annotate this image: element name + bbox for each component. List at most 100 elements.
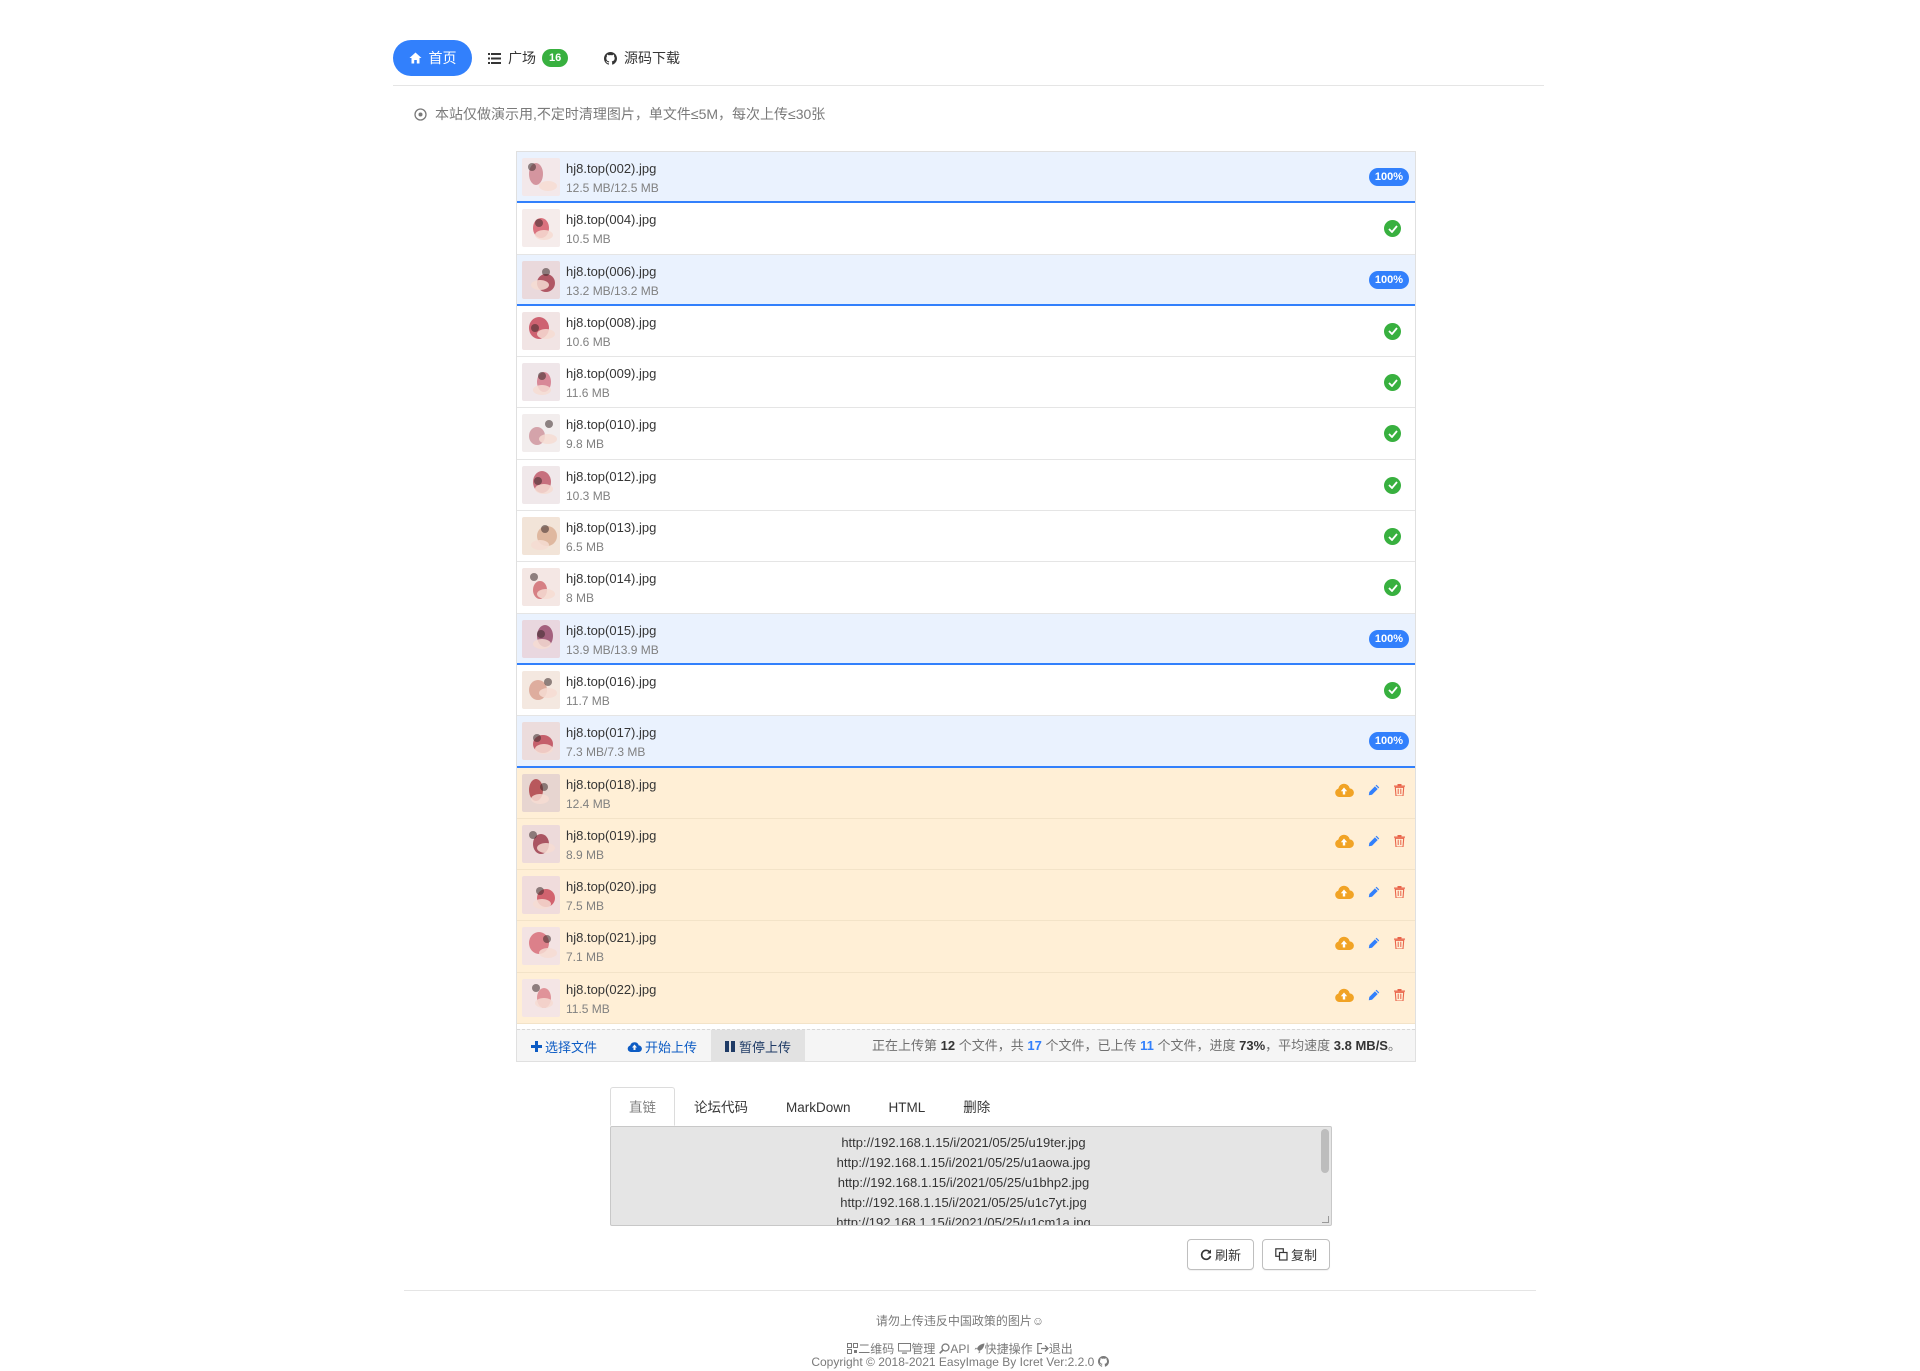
pause-upload-button[interactable]: 暂停上传 xyxy=(711,1030,806,1062)
tab-html[interactable]: HTML xyxy=(870,1087,945,1126)
list-icon xyxy=(488,52,501,64)
check-circle-icon xyxy=(1384,425,1401,443)
tab-forum-code[interactable]: 论坛代码 xyxy=(675,1087,767,1126)
uploader: hj8.top(002).jpg 12.5 MB/12.5 MB 100% hj… xyxy=(516,151,1416,1062)
progress-badge: 100% xyxy=(1368,629,1409,648)
cloud-upload-icon[interactable] xyxy=(1334,783,1354,797)
status-total: 17 xyxy=(1027,1038,1042,1053)
pencil-icon[interactable] xyxy=(1368,886,1380,898)
file-thumbnail xyxy=(522,465,560,504)
file-size: 12.4 MB xyxy=(566,796,611,811)
status-uploaded: 11 xyxy=(1140,1038,1154,1053)
nav-source-label: 源码下载 xyxy=(624,50,680,66)
trash-icon[interactable] xyxy=(1394,988,1405,1001)
check-circle-icon xyxy=(1384,374,1401,392)
pause-upload-label: 暂停上传 xyxy=(739,1039,792,1055)
dot-circle-icon xyxy=(414,107,427,121)
cloud-upload-icon xyxy=(627,1041,642,1052)
copyright-text: Copyright © 2018-2021 EasyImage By Icret… xyxy=(811,1355,1095,1369)
file-name: hj8.top(022).jpg xyxy=(566,981,657,997)
cloud-upload-icon[interactable] xyxy=(1334,936,1354,951)
link-format-tabs: 直链 论坛代码 MarkDown HTML 删除 xyxy=(610,1087,1332,1126)
file-thumbnail xyxy=(522,209,560,248)
refresh-button[interactable]: 刷新 xyxy=(1187,1239,1255,1270)
cloud-upload-icon[interactable] xyxy=(1334,834,1354,848)
file-item: hj8.top(014).jpg 8 MB xyxy=(517,562,1415,614)
file-thumbnail xyxy=(522,978,560,1017)
file-item: hj8.top(015).jpg 13.9 MB/13.9 MB 100% xyxy=(517,613,1415,665)
upload-status: 正在上传第 12 个文件，共 17 个文件，已上传 11 个文件，进度 73%，… xyxy=(872,1030,1401,1062)
cloud-upload-icon[interactable] xyxy=(1334,885,1354,900)
file-item: hj8.top(019).jpg 8.9 MB xyxy=(517,818,1415,871)
pencil-icon[interactable] xyxy=(1368,835,1380,847)
file-thumbnail xyxy=(522,517,560,556)
copy-button[interactable]: 复制 xyxy=(1262,1239,1331,1270)
file-name: hj8.top(010).jpg xyxy=(566,417,657,433)
file-name: hj8.top(018).jpg xyxy=(566,776,657,792)
status-mid3: 个文件，进度 xyxy=(1157,1038,1236,1053)
file-name: hj8.top(012).jpg xyxy=(566,468,657,484)
links-textarea[interactable]: http://192.168.1.15/i/2021/05/25/u19ter.… xyxy=(610,1126,1332,1226)
file-actions xyxy=(1334,834,1405,848)
progress-badge: 100% xyxy=(1368,168,1409,186)
progress-badge: 100% xyxy=(1368,270,1409,289)
file-thumbnail xyxy=(522,619,560,658)
file-size: 7.3 MB/7.3 MB xyxy=(566,745,646,760)
pencil-icon[interactable] xyxy=(1368,937,1380,949)
upload-toolbar: 选择文件 开始上传 暂停上传 正在上传第 12 个文件，共 17 个文件，已上传… xyxy=(517,1029,1415,1062)
file-thumbnail xyxy=(522,773,560,812)
textarea-scrollbar[interactable] xyxy=(1321,1129,1329,1173)
pencil-icon[interactable] xyxy=(1368,989,1380,1001)
tab-delete[interactable]: 删除 xyxy=(944,1087,1009,1126)
file-item: hj8.top(013).jpg 6.5 MB xyxy=(517,511,1415,563)
file-thumbnail xyxy=(522,824,560,863)
nav-source-download[interactable]: 源码下载 xyxy=(604,40,680,76)
file-item: hj8.top(022).jpg 11.5 MB xyxy=(517,972,1415,1025)
search-icon xyxy=(939,1343,950,1354)
nav-square[interactable]: 广场 16 xyxy=(488,40,569,76)
status-mid4: ，平均速度 xyxy=(1265,1038,1331,1053)
pencil-icon[interactable] xyxy=(1368,784,1380,796)
resize-grip[interactable] xyxy=(1322,1216,1329,1223)
trash-icon[interactable] xyxy=(1394,937,1405,950)
status-mid2: 个文件，已上传 xyxy=(1045,1038,1137,1053)
file-name: hj8.top(015).jpg xyxy=(566,622,657,638)
status-mid1: 个文件，共 xyxy=(958,1038,1024,1053)
file-item: hj8.top(012).jpg 10.3 MB xyxy=(517,459,1415,512)
home-icon xyxy=(409,52,422,64)
file-item: hj8.top(021).jpg 7.1 MB xyxy=(517,921,1415,973)
start-upload-button[interactable]: 开始上传 xyxy=(613,1030,711,1062)
tab-direct-link[interactable]: 直链 xyxy=(610,1087,675,1126)
file-size: 8.9 MB xyxy=(566,847,605,862)
file-item: hj8.top(004).jpg 10.5 MB xyxy=(517,203,1415,255)
trash-icon[interactable] xyxy=(1394,783,1405,796)
footer-divider xyxy=(404,1290,1536,1291)
status-current: 12 xyxy=(940,1038,956,1053)
link-line: http://192.168.1.15/i/2021/05/25/u1c7yt.… xyxy=(840,1195,1087,1210)
file-name: hj8.top(013).jpg xyxy=(566,520,657,536)
file-thumbnail xyxy=(522,670,560,709)
nav-home[interactable]: 首页 xyxy=(393,40,472,76)
check-circle-icon xyxy=(1384,476,1401,494)
status-end: 。 xyxy=(1387,1038,1401,1053)
file-size: 11.7 MB xyxy=(566,693,610,708)
file-name: hj8.top(021).jpg xyxy=(566,930,657,946)
select-files-button[interactable]: 选择文件 xyxy=(517,1030,611,1062)
file-name: hj8.top(014).jpg xyxy=(566,571,657,587)
file-size: 10.6 MB xyxy=(566,334,611,349)
file-item: hj8.top(010).jpg 9.8 MB xyxy=(517,408,1415,460)
qrcode-icon xyxy=(847,1343,859,1354)
progress-badge: 100% xyxy=(1368,732,1409,751)
trash-icon[interactable] xyxy=(1394,834,1405,847)
file-size: 12.5 MB/12.5 MB xyxy=(566,181,659,195)
link-line: http://192.168.1.15/i/2021/05/25/u19ter.… xyxy=(841,1135,1086,1150)
cloud-upload-icon[interactable] xyxy=(1334,988,1354,1002)
start-upload-label: 开始上传 xyxy=(645,1039,698,1055)
square-count-badge: 16 xyxy=(542,49,569,67)
github-icon[interactable] xyxy=(1097,1356,1109,1367)
tab-markdown[interactable]: MarkDown xyxy=(767,1087,870,1126)
api-label: API xyxy=(950,1341,970,1356)
file-actions xyxy=(1334,936,1405,951)
trash-icon[interactable] xyxy=(1394,886,1405,899)
file-name: hj8.top(006).jpg xyxy=(566,263,657,279)
